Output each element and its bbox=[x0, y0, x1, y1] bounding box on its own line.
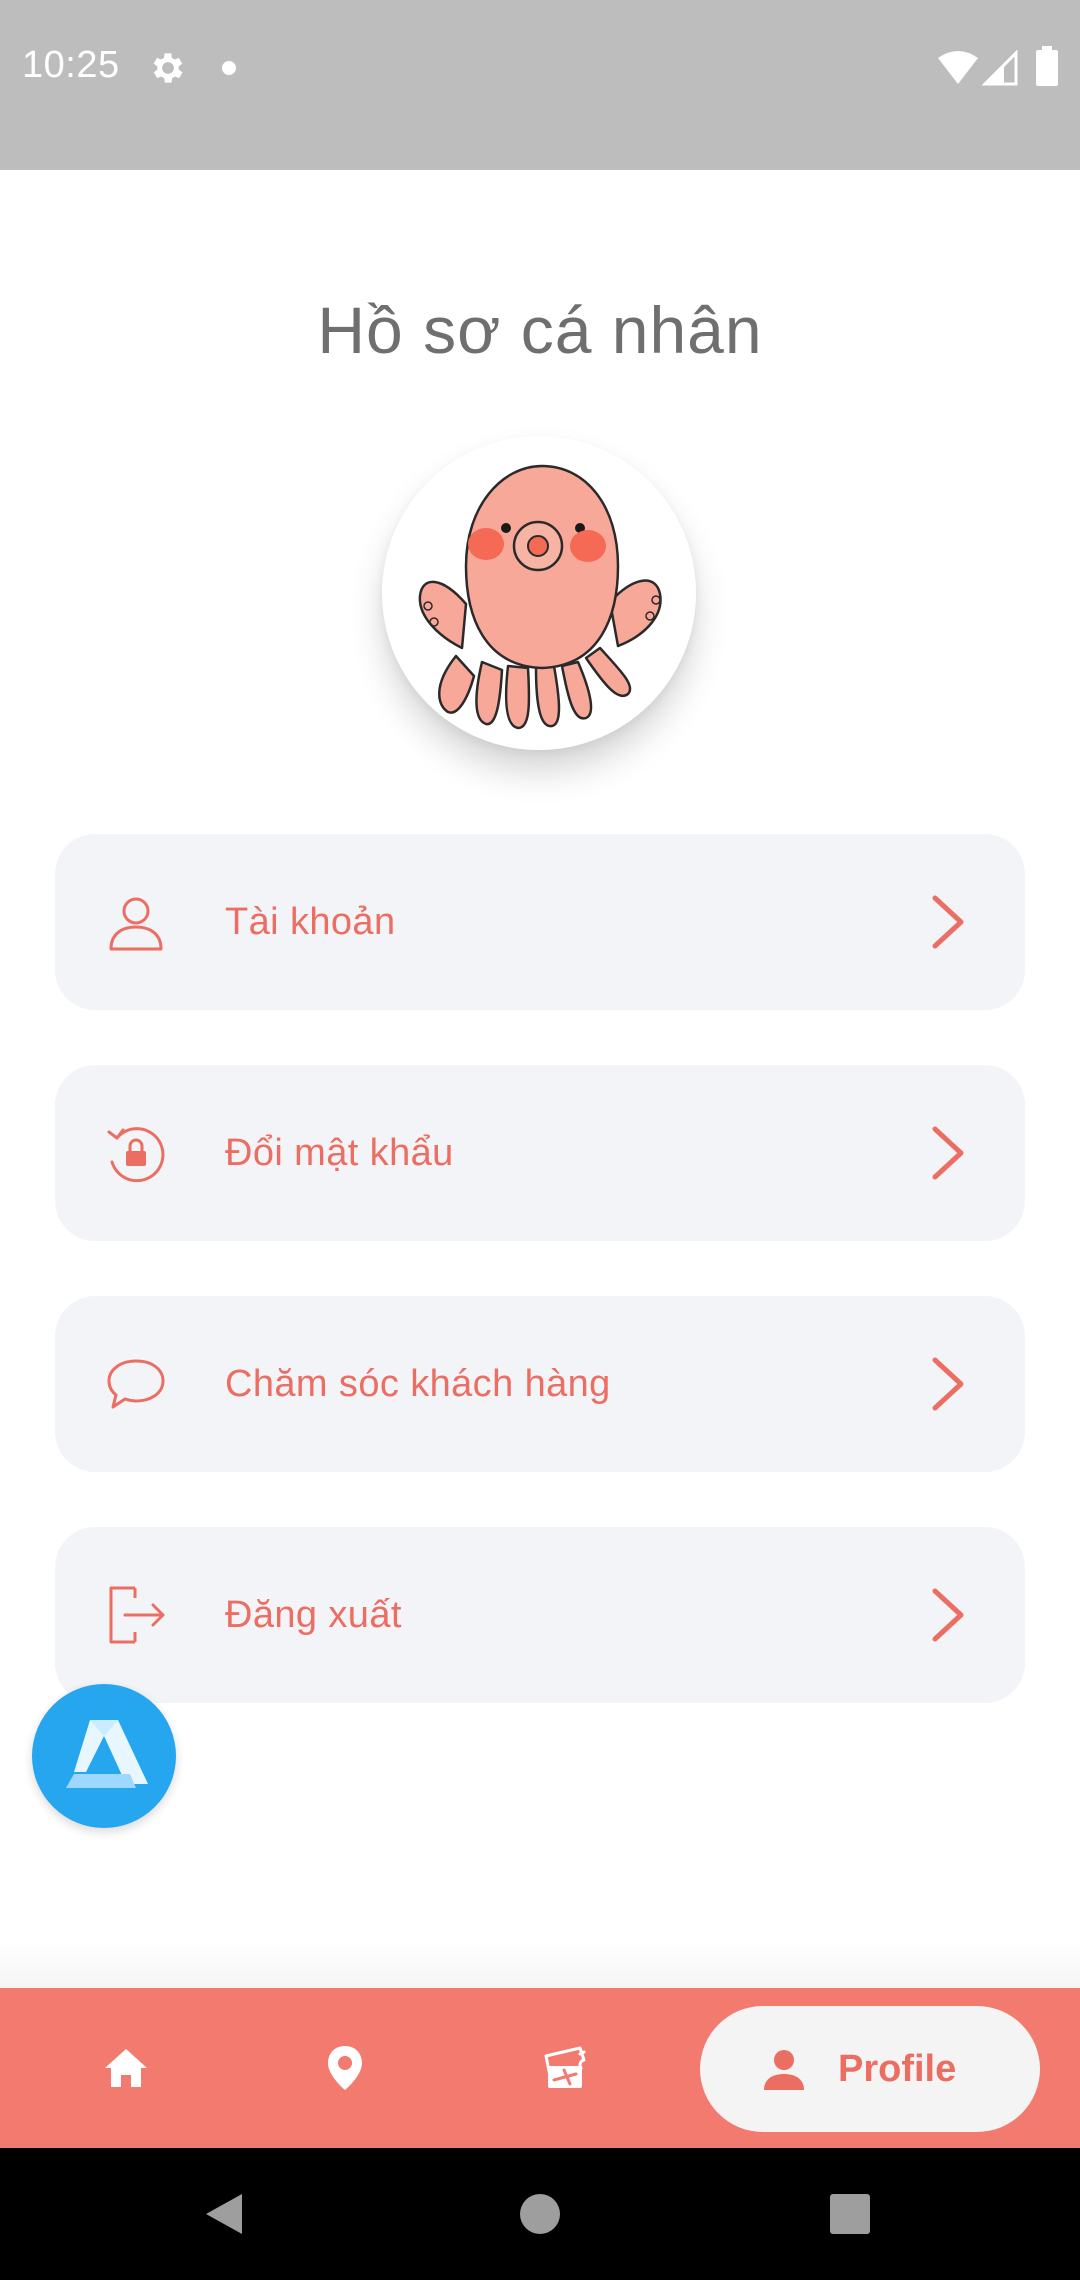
nav-profile-label: Profile bbox=[838, 2048, 957, 2090]
nav-tickets[interactable] bbox=[524, 2028, 604, 2108]
chevron-right-icon bbox=[932, 1126, 964, 1180]
logout-icon bbox=[109, 1586, 165, 1644]
home-icon bbox=[105, 2049, 147, 2087]
menu-item-label: Tài khoản bbox=[225, 901, 396, 943]
recents-square-icon[interactable] bbox=[822, 2186, 878, 2242]
page-title: Hồ sơ cá nhân bbox=[317, 293, 763, 367]
gear-icon bbox=[153, 53, 183, 83]
status-bar: 10:25 bbox=[0, 0, 1080, 170]
chevron-right-icon bbox=[932, 895, 964, 949]
chevron-right-icon bbox=[932, 1588, 964, 1642]
content-fade bbox=[0, 1940, 1080, 1988]
floating-app-button[interactable] bbox=[32, 1684, 176, 1828]
back-icon[interactable] bbox=[196, 2186, 252, 2242]
app-logo-icon bbox=[66, 1720, 148, 1788]
chevron-right-icon bbox=[932, 1357, 964, 1411]
user-icon bbox=[109, 897, 163, 951]
flight-ticket-icon bbox=[544, 2046, 586, 2088]
person-icon bbox=[764, 2050, 804, 2090]
signal-icon bbox=[982, 50, 1018, 86]
menu-item-label: Chăm sóc khách hàng bbox=[225, 1363, 611, 1405]
location-pin-icon bbox=[328, 2046, 362, 2090]
menu-item-account[interactable]: Tài khoản bbox=[55, 834, 1025, 1010]
menu-item-label: Đổi mật khẩu bbox=[225, 1132, 454, 1174]
nav-location[interactable] bbox=[305, 2028, 385, 2108]
lock-rotate-icon bbox=[107, 1127, 165, 1183]
menu-item-change-password[interactable]: Đổi mật khẩu bbox=[55, 1065, 1025, 1241]
status-time: 10:25 bbox=[22, 44, 120, 86]
home-circle-icon[interactable] bbox=[512, 2186, 568, 2242]
wifi-icon bbox=[938, 51, 978, 84]
system-nav-bar bbox=[0, 2148, 1080, 2280]
battery-icon bbox=[1036, 46, 1058, 86]
menu-item-customer-care[interactable]: Chăm sóc khách hàng bbox=[55, 1296, 1025, 1472]
menu-item-logout[interactable]: Đăng xuất bbox=[55, 1527, 1025, 1703]
avatar[interactable] bbox=[382, 436, 696, 750]
dot-icon bbox=[222, 61, 236, 75]
bottom-nav: Profile bbox=[0, 1988, 1080, 2148]
nav-home[interactable] bbox=[86, 2028, 166, 2108]
nav-profile[interactable]: Profile bbox=[700, 2006, 1040, 2132]
octopus-avatar-icon bbox=[418, 464, 662, 730]
chat-bubble-icon bbox=[107, 1359, 165, 1409]
menu-item-label: Đăng xuất bbox=[225, 1594, 402, 1636]
